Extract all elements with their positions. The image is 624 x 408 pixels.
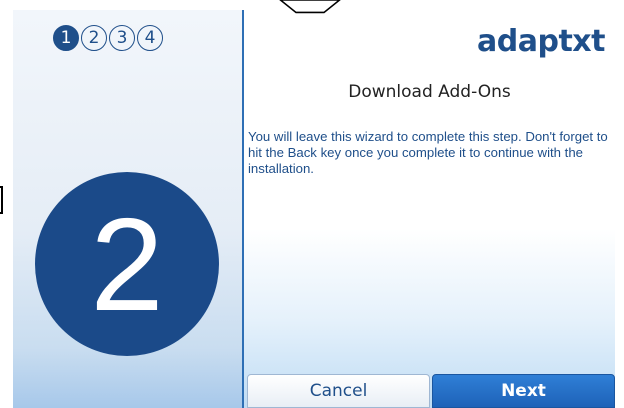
current-step-circle: 2 xyxy=(35,172,219,356)
left-panel: 1 2 3 4 2 xyxy=(13,10,242,408)
side-bracket-decoration xyxy=(0,186,3,214)
step-4-indicator: 4 xyxy=(137,25,163,51)
right-panel: adaptxt Download Add-Ons You will leave … xyxy=(244,10,615,408)
step-3-indicator: 3 xyxy=(109,25,135,51)
step-indicator: 1 2 3 4 xyxy=(53,25,163,51)
adaptxt-logo: adaptxt xyxy=(477,24,605,59)
chevron-down-icon[interactable] xyxy=(260,0,360,14)
page-title: Download Add-Ons xyxy=(348,82,511,102)
instruction-text: You will leave this wizard to complete t… xyxy=(248,129,608,176)
next-button[interactable]: Next xyxy=(432,374,615,408)
wizard-screen: 1 2 3 4 2 adaptxt Download Add-Ons You w… xyxy=(13,10,615,408)
cancel-button[interactable]: Cancel xyxy=(247,374,430,408)
step-2-indicator: 2 xyxy=(81,25,107,51)
step-1-indicator: 1 xyxy=(53,25,79,51)
